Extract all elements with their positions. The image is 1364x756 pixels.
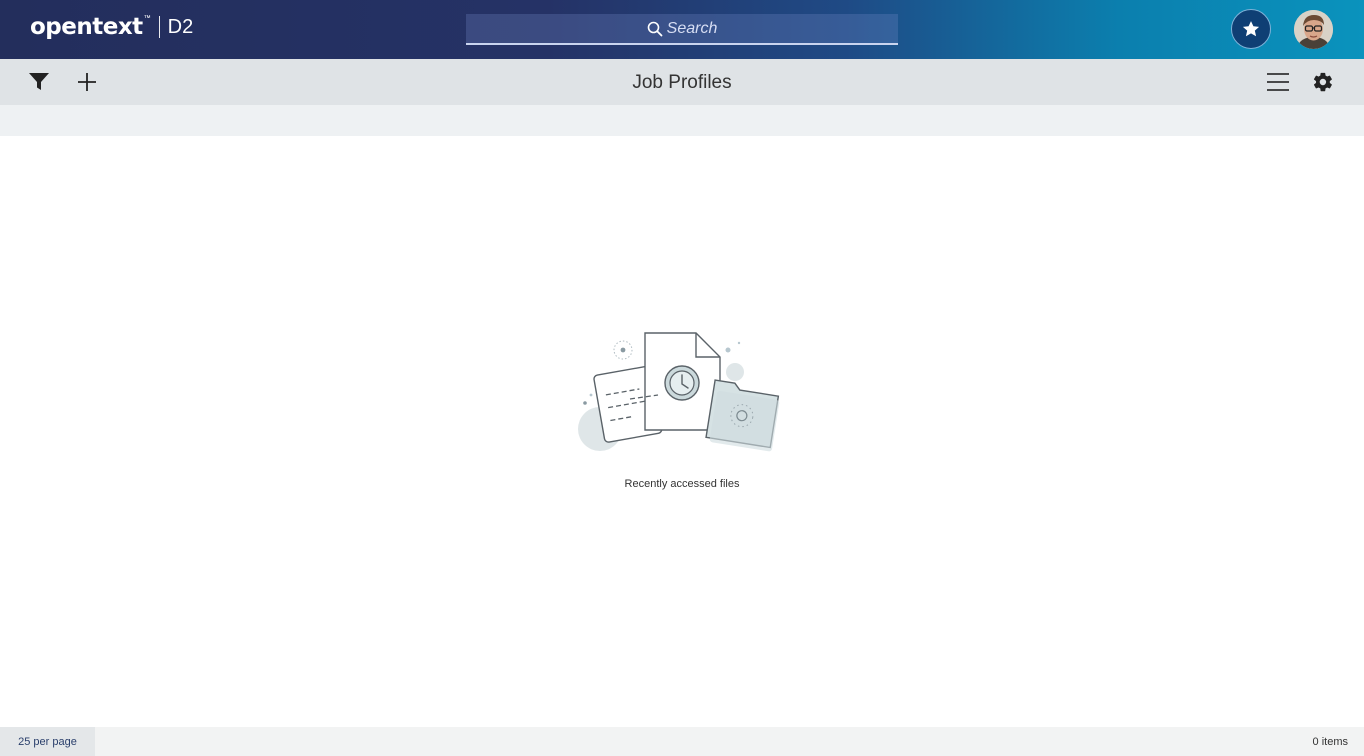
recent-files-illustration [578,332,780,452]
hamburger-menu-icon [1267,73,1289,91]
star-icon [1242,21,1260,37]
search-icon [647,21,663,36]
gear-icon [1313,72,1332,92]
page-title: Job Profiles [632,72,732,93]
brand-logo: opentext [30,14,143,40]
brand[interactable]: opentext ™ D2 [30,14,193,40]
top-header: opentext ™ D2 Search [0,0,1364,59]
brand-trademark: ™ [143,14,151,22]
settings-button[interactable] [1310,69,1336,95]
empty-state-label: Recently accessed files [624,478,740,490]
per-page-selector[interactable]: 25 per page [0,727,95,756]
brand-divider [158,16,160,38]
avatar-image [1294,10,1333,49]
search-input[interactable]: Search [466,14,898,45]
sub-toolbar [0,105,1364,136]
favorites-button[interactable] [1231,9,1271,49]
product-name: D2 [167,15,194,38]
item-count: 0 items [1312,736,1348,748]
menu-button[interactable] [1265,69,1291,95]
search-placeholder: Search [666,19,718,37]
user-avatar[interactable] [1294,10,1333,49]
page-toolbar: Job Profiles [0,59,1364,105]
footer-bar: 25 per page 0 items [0,727,1364,756]
